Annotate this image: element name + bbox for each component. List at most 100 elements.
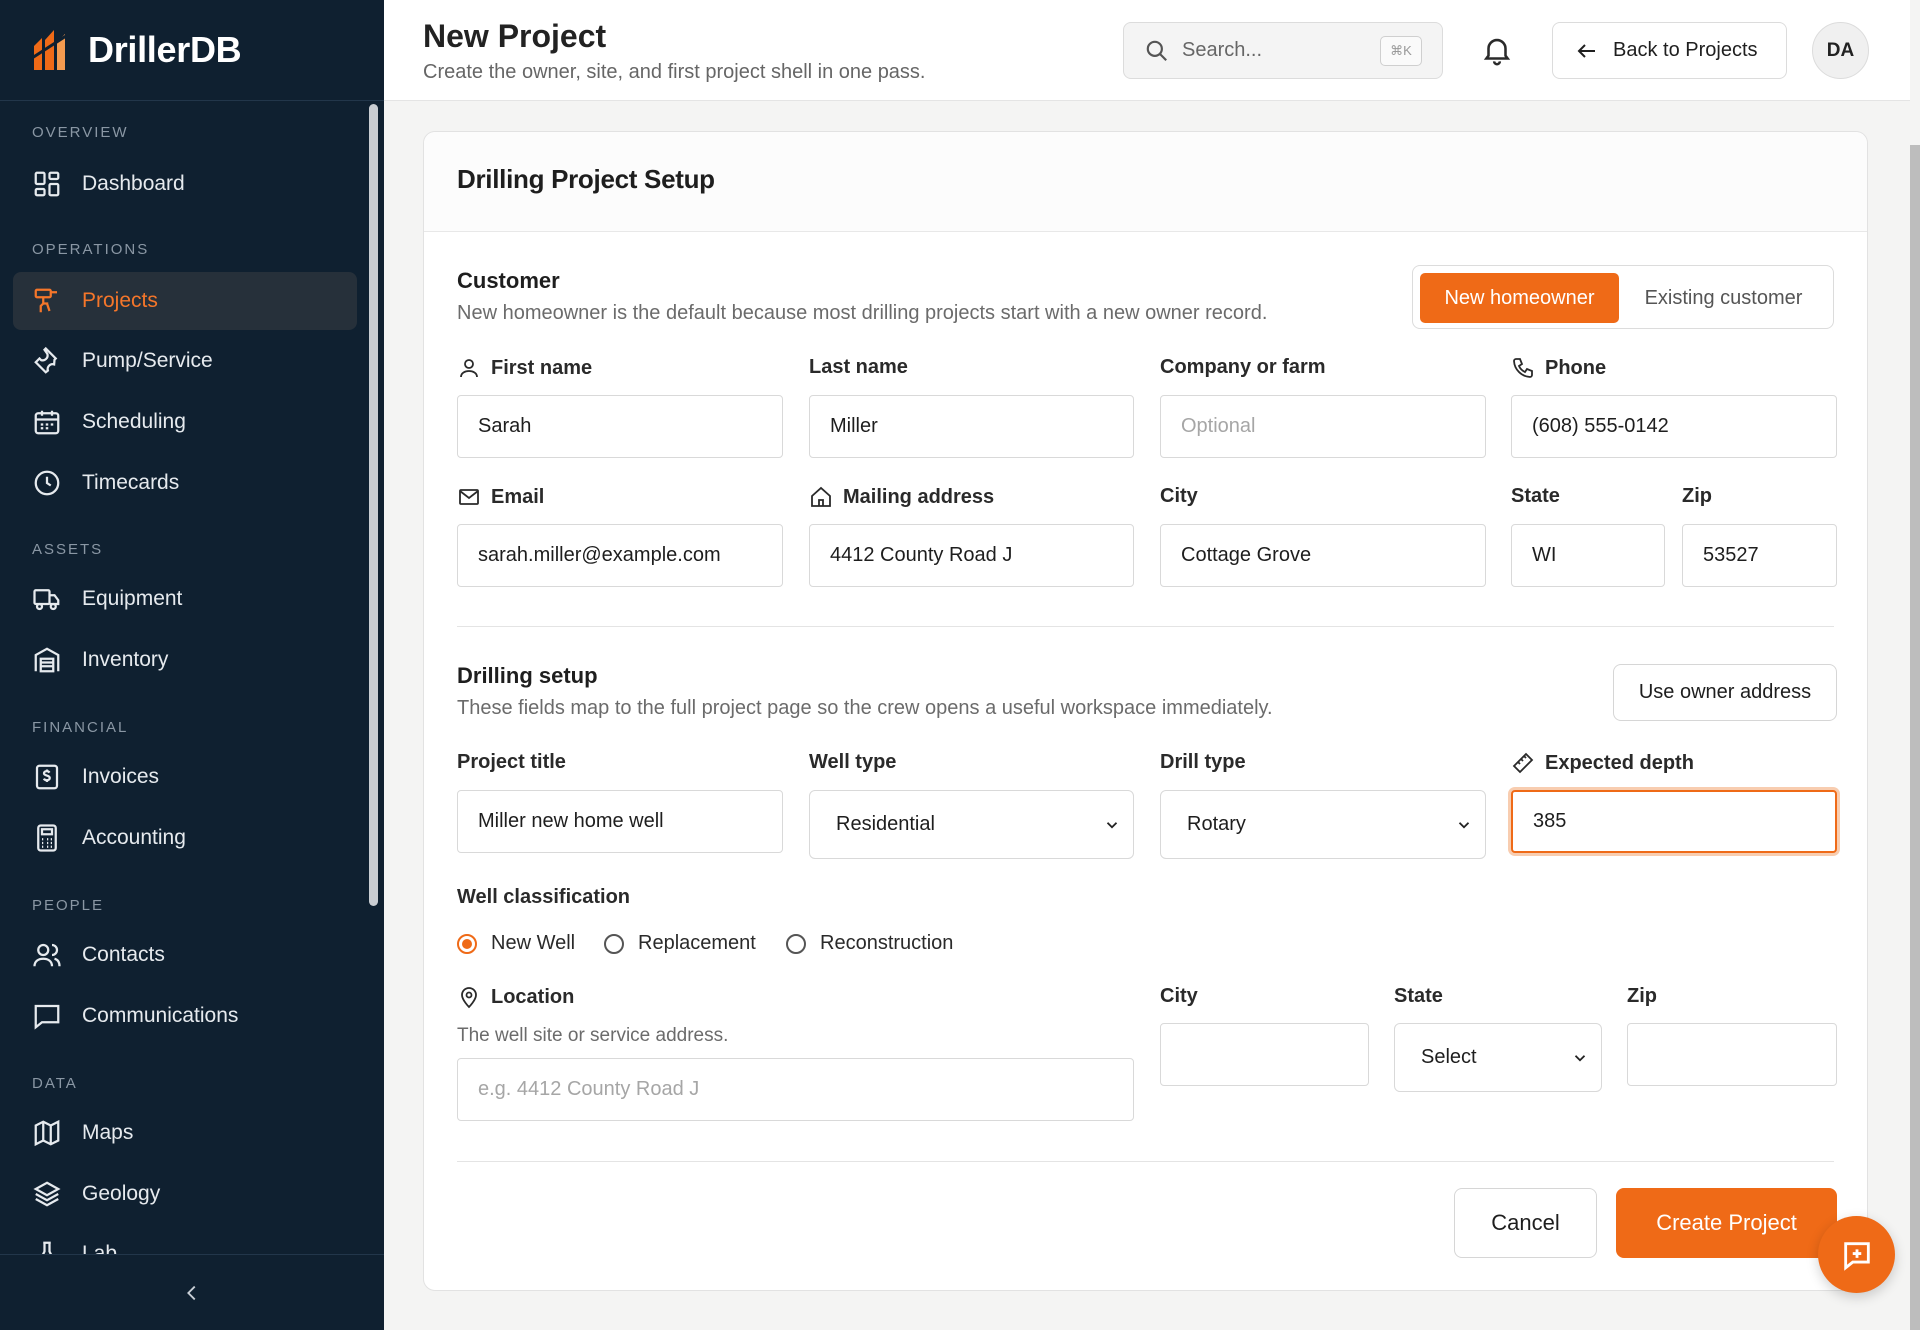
notifications-bell-icon[interactable] xyxy=(1480,32,1514,68)
sidebar-item-dashboard[interactable]: Dashboard xyxy=(13,155,357,213)
page-scrollbar[interactable] xyxy=(1910,145,1920,1330)
sidebar-item-label: Dashboard xyxy=(82,172,185,195)
radio-button-selected xyxy=(457,933,477,954)
sidebar-item-label: Geology xyxy=(82,1182,161,1205)
chevron-down-icon xyxy=(1574,1055,1586,1062)
phone-icon xyxy=(1513,358,1533,378)
back-to-projects-label: Back to Projects xyxy=(1613,39,1758,61)
email-label: Email xyxy=(457,485,544,509)
phone-label: Phone xyxy=(1511,356,1606,380)
radio-reconstruction[interactable]: Reconstruction xyxy=(786,932,953,955)
search-shortcut-badge: ⌘K xyxy=(1380,36,1422,66)
company-input[interactable] xyxy=(1160,395,1486,458)
sidebar-item-label: Equipment xyxy=(82,587,183,610)
sidebar-collapse-button[interactable] xyxy=(0,1254,384,1330)
expected-depth-input[interactable] xyxy=(1511,790,1837,853)
drill-type-label: Drill type xyxy=(1160,751,1246,773)
location-zip-input[interactable] xyxy=(1627,1023,1837,1086)
project-title-input[interactable] xyxy=(457,790,783,853)
existing-customer-toggle[interactable]: Existing customer xyxy=(1619,273,1828,323)
nav-section-assets: ASSETS xyxy=(32,541,104,558)
back-to-projects-button[interactable]: Back to Projects xyxy=(1552,22,1787,79)
chevron-down-icon xyxy=(1458,822,1470,829)
zip-input[interactable] xyxy=(1682,524,1837,587)
calculator-icon xyxy=(37,824,57,852)
radio-button xyxy=(786,933,806,954)
map-pin-icon xyxy=(461,987,477,1009)
page-header: New Project Create the owner, site, and … xyxy=(384,0,1910,101)
section-divider xyxy=(457,626,1834,627)
drill-type-value: Rotary xyxy=(1187,813,1246,835)
chevron-down-icon xyxy=(1106,822,1118,829)
sidebar-item-equipment[interactable]: Equipment xyxy=(13,570,357,628)
mailing-address-input[interactable] xyxy=(809,524,1134,587)
ruler-icon xyxy=(1512,752,1534,774)
customer-section-title: Customer xyxy=(457,268,560,293)
city-input[interactable] xyxy=(1160,524,1486,587)
drill-type-select[interactable]: Rotary xyxy=(1160,790,1486,859)
users-icon xyxy=(33,943,61,967)
location-city-label: City xyxy=(1160,985,1198,1007)
radio-button xyxy=(604,933,624,954)
message-icon xyxy=(34,1004,60,1030)
mail-icon xyxy=(459,489,479,505)
sidebar-item-scheduling[interactable]: Scheduling xyxy=(13,393,357,451)
sidebar-item-invoices[interactable]: Invoices xyxy=(13,748,357,806)
sidebar-item-pump-service[interactable]: Pump/Service xyxy=(13,332,357,390)
drill-icon xyxy=(34,288,57,313)
sidebar-item-timecards[interactable]: Timecards xyxy=(13,454,357,512)
feedback-chat-button[interactable] xyxy=(1818,1216,1895,1293)
customer-type-toggle: New homeowner Existing customer xyxy=(1412,265,1834,329)
location-input[interactable] xyxy=(457,1058,1134,1121)
sidebar-item-label: Communications xyxy=(82,1004,239,1027)
search-input[interactable] xyxy=(1182,39,1382,62)
radio-replacement[interactable]: Replacement xyxy=(604,932,756,955)
sidebar-item-contacts[interactable]: Contacts xyxy=(13,926,357,984)
search-box[interactable]: ⌘K xyxy=(1123,22,1443,79)
well-type-select[interactable]: Residential xyxy=(809,790,1134,859)
nav-section-data: DATA xyxy=(32,1075,78,1092)
location-city-input[interactable] xyxy=(1160,1023,1369,1086)
phone-input[interactable] xyxy=(1511,395,1837,458)
user-avatar[interactable]: DA xyxy=(1812,22,1869,79)
sidebar-item-communications[interactable]: Communications xyxy=(13,987,357,1045)
state-input[interactable] xyxy=(1511,524,1665,587)
first-name-input[interactable] xyxy=(457,395,783,458)
location-state-value: Select xyxy=(1421,1046,1477,1068)
cancel-button[interactable]: Cancel xyxy=(1454,1188,1597,1258)
mailing-address-label: Mailing address xyxy=(809,485,994,509)
sidebar-item-inventory[interactable]: Inventory xyxy=(13,631,357,689)
search-icon xyxy=(1146,40,1167,61)
sidebar-scrollbar[interactable] xyxy=(369,104,378,906)
page-title: New Project xyxy=(423,18,607,54)
new-homeowner-toggle[interactable]: New homeowner xyxy=(1420,273,1619,323)
sidebar-item-label: Scheduling xyxy=(82,410,186,433)
wrench-icon xyxy=(34,346,58,374)
sidebar-item-label: Lab xyxy=(82,1242,118,1254)
chevron-left-icon xyxy=(187,1285,196,1300)
nav-section-people: PEOPLE xyxy=(32,897,105,914)
city-label: City xyxy=(1160,485,1198,507)
email-input[interactable] xyxy=(457,524,783,587)
create-project-button[interactable]: Create Project xyxy=(1616,1188,1837,1258)
sidebar-item-accounting[interactable]: Accounting xyxy=(13,809,357,867)
sidebar-item-label: Projects xyxy=(82,289,158,312)
actions-divider xyxy=(457,1161,1834,1162)
sidebar-item-geology[interactable]: Geology xyxy=(13,1165,357,1223)
project-title-label: Project title xyxy=(457,751,566,773)
sidebar-item-projects[interactable]: Projects xyxy=(13,272,357,330)
radio-new-well[interactable]: New Well xyxy=(457,932,575,955)
first-name-label: First name xyxy=(457,356,592,380)
sidebar-item-lab[interactable]: Lab xyxy=(13,1225,357,1254)
home-icon xyxy=(811,486,831,507)
well-classification-label: Well classification xyxy=(457,886,631,908)
sidebar-item-label: Accounting xyxy=(82,826,186,849)
sidebar-item-maps[interactable]: Maps xyxy=(13,1104,357,1162)
invoice-icon xyxy=(35,764,59,790)
location-state-select[interactable]: Select xyxy=(1394,1023,1602,1092)
last-name-input[interactable] xyxy=(809,395,1134,458)
use-owner-address-button[interactable]: Use owner address xyxy=(1613,664,1837,721)
well-type-value: Residential xyxy=(836,813,935,835)
truck-icon xyxy=(33,589,60,611)
sidebar-item-label: Maps xyxy=(82,1121,134,1144)
